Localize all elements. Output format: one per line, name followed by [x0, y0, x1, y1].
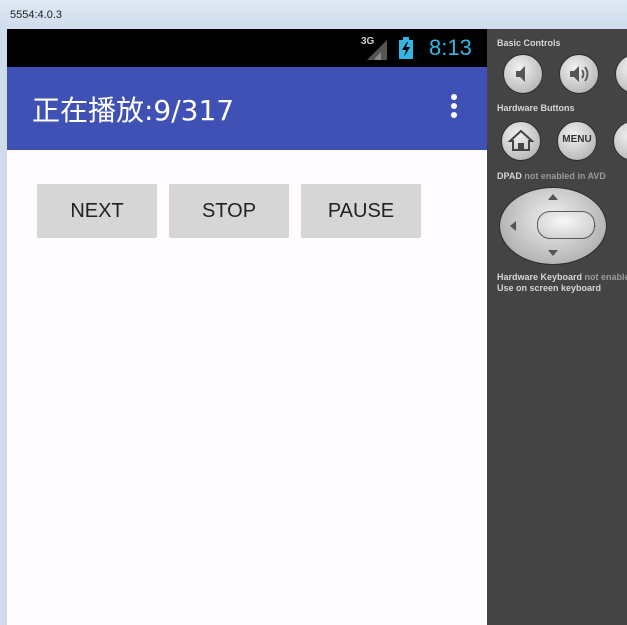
window-titlebar: 5554:4.0.3 [0, 0, 627, 30]
dpad[interactable] [499, 187, 607, 265]
next-button[interactable]: NEXT [37, 184, 157, 238]
dpad-left-icon [510, 221, 516, 231]
volume-down-icon [516, 66, 525, 82]
keyboard-label: Hardware Keyboard [497, 272, 583, 282]
volume-down-button[interactable] [503, 54, 543, 94]
back-button[interactable] [613, 121, 627, 161]
home-button[interactable] [501, 121, 541, 161]
window-border [0, 29, 7, 625]
volume-up-icon [570, 66, 589, 82]
emulator-screen: 3G 8:13 正在播放:9/317 NEXT STOP PAUSE [7, 29, 487, 625]
dpad-down-icon [548, 250, 558, 256]
pause-button[interactable]: PAUSE [301, 184, 421, 238]
dpad-label: DPAD [497, 171, 522, 181]
dpad-up-icon [548, 194, 558, 200]
power-button[interactable] [615, 54, 627, 94]
status-bar: 3G 8:13 [7, 29, 487, 67]
now-playing-title: 正在播放:9/317 [32, 94, 235, 127]
window-title: 5554:4.0.3 [10, 9, 62, 21]
volume-up-button[interactable] [559, 54, 599, 94]
signal-icon: 3G [361, 36, 389, 60]
hardware-buttons-heading: Hardware Buttons [497, 103, 575, 113]
home-icon [507, 129, 535, 151]
keyboard-hint: Use on screen keyboard [497, 283, 602, 293]
network-type: 3G [361, 36, 375, 47]
keyboard-note: not enabled [584, 272, 627, 282]
basic-controls-heading: Basic Controls [497, 38, 561, 48]
dpad-note: not enabled in AVD [524, 171, 606, 181]
keyboard-heading: Hardware Keyboard not enabled [497, 272, 627, 282]
app-bar: 正在播放:9/317 [7, 67, 487, 150]
menu-button-label: MENU [562, 134, 592, 145]
battery-charging-icon [399, 37, 413, 59]
stop-button[interactable]: STOP [169, 184, 289, 238]
emulator-controls-panel: Basic Controls Hardware Buttons MENU DPA… [487, 29, 627, 625]
dpad-center-button[interactable] [537, 211, 595, 239]
menu-button[interactable]: MENU [557, 121, 597, 161]
status-clock: 8:13 [429, 35, 472, 60]
dpad-heading: DPAD not enabled in AVD [497, 171, 606, 181]
overflow-menu-icon[interactable] [447, 94, 461, 124]
